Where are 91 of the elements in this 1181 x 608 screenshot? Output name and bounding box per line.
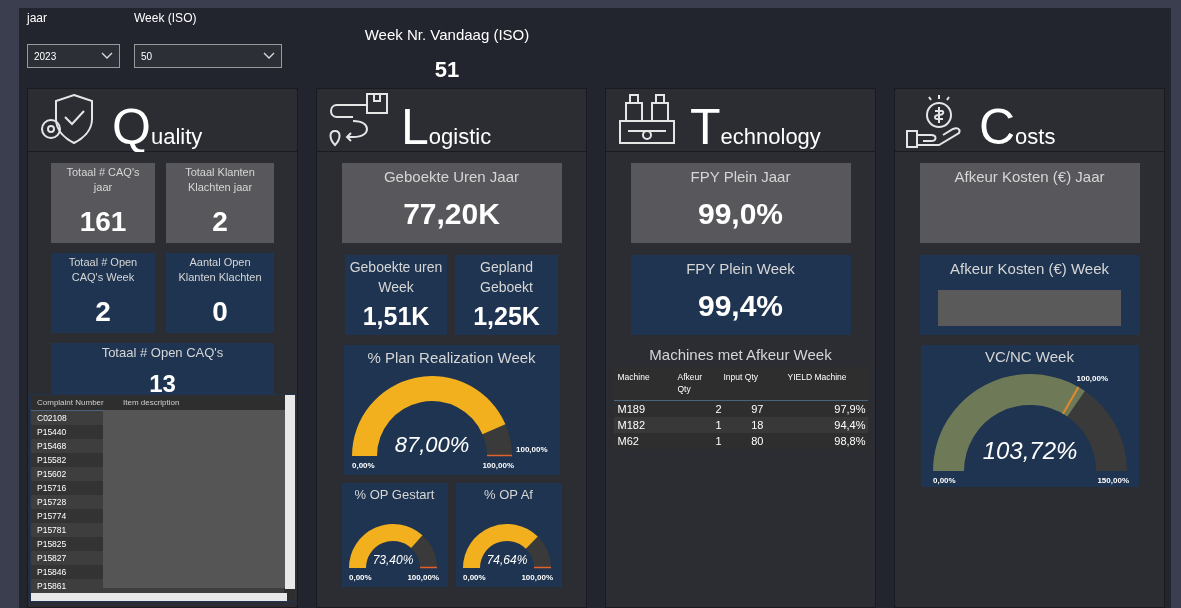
- kpi-title: Afkeur Kosten (€) Week: [950, 259, 1109, 279]
- gauge-value: 73,40%: [372, 553, 413, 567]
- dropdown[interactable]: 2023: [27, 44, 120, 68]
- gauge-track: [482, 424, 512, 456]
- table-cell: P15861: [37, 579, 67, 593]
- kpi-value: 2: [212, 205, 228, 239]
- table-cell-text: 1: [714, 434, 723, 449]
- table-cell: P15440: [37, 425, 67, 439]
- gauge-min-label: 0,00%: [462, 573, 486, 582]
- kpi-title: Geboekte Uren Jaar: [383, 167, 520, 187]
- kpi-value: 0: [212, 295, 228, 329]
- table-cell-text: 18: [750, 418, 765, 433]
- kpi-value: 1,25K: [473, 301, 540, 332]
- column-header: Afkeur Qty: [677, 371, 704, 396]
- table-cell-text: 80: [750, 434, 765, 449]
- gauge-max-label: 100,00%: [406, 573, 439, 582]
- target-marker: [418, 566, 438, 569]
- kpi-title: Afkeur Kosten (€) Jaar: [954, 167, 1105, 187]
- table-cell: P15468: [37, 439, 67, 453]
- kpi-title: FPY Plein Jaar: [690, 167, 791, 187]
- table-cell: P15825: [37, 537, 67, 551]
- table-title: Machines met Afkeur Week: [649, 345, 832, 365]
- table-cell: P15582: [37, 453, 67, 467]
- kpi-title: Week Nr. Vandaag (ISO): [364, 25, 530, 45]
- gauge-min-label: 0,00%: [351, 461, 375, 470]
- table-cell: P15846: [37, 565, 67, 579]
- kpi-title: Aantal Open Klanten Klachten: [177, 255, 263, 285]
- gauge-value: 87,00%: [394, 432, 469, 457]
- column-header: Input Qty: [723, 371, 759, 384]
- filter-label: Week (ISO): [134, 10, 198, 27]
- kpi-title: FPY Plein Week: [686, 259, 795, 279]
- table-cell: P15827: [37, 551, 67, 565]
- column-header: Item description: [123, 396, 181, 409]
- gauge-target-label: 100,00%: [1076, 373, 1108, 383]
- section-title: Logistic: [401, 105, 492, 149]
- table-cell-text: M189: [617, 402, 647, 417]
- table-cell-text: 98,8%: [833, 434, 867, 449]
- column-header: Complaint Number: [36, 396, 105, 409]
- chevron-down-icon: [263, 52, 275, 60]
- gauge-value: 74,64%: [486, 553, 527, 567]
- horizontal-scrollbar[interactable]: [31, 593, 287, 601]
- table-cell: P15781: [37, 523, 67, 537]
- kpi-value: 1,51K: [362, 301, 430, 332]
- kpi-value: 99,0%: [697, 197, 784, 231]
- table-cell-text: 97: [750, 402, 765, 417]
- gauge-title: % OP Af: [484, 486, 533, 504]
- kpi-value: 161: [79, 205, 127, 239]
- kpi-value: 77,20K: [403, 197, 500, 231]
- column-header: YIELD Machine: [787, 371, 848, 384]
- vertical-scrollbar[interactable]: [285, 395, 295, 589]
- table-cell-text: 94,4%: [833, 418, 867, 433]
- table-cell-text: M182: [617, 418, 647, 433]
- kpi-title: Geboekte uren Week: [348, 258, 444, 297]
- gauge-min-label: 0,00%: [348, 573, 372, 582]
- gauge-value: 103,72%: [982, 437, 1077, 464]
- table-cell: C02108: [37, 411, 67, 425]
- kpi-title: Totaal Klanten Klachten jaar: [184, 165, 256, 195]
- kpi-value: 13: [149, 370, 176, 398]
- table-cell: P15716: [37, 481, 67, 495]
- gauge-track: [525, 536, 551, 568]
- gauge-max-label: 150,00%: [1096, 476, 1129, 485]
- gauge-min-label: 0,00%: [932, 476, 956, 485]
- gauge-title: VC/NC Week: [985, 347, 1074, 367]
- gauge-max-label: 100,00%: [520, 573, 553, 582]
- kpi-value: 99,4%: [697, 289, 784, 323]
- kpi-value: 2: [95, 295, 111, 329]
- target-marker: [1061, 386, 1079, 415]
- table-cell: P15774: [37, 509, 67, 523]
- kpi-title: Totaal # CAQ's jaar: [65, 165, 141, 195]
- kpi-title: Totaal # Open CAQ's Week: [67, 255, 139, 285]
- section-title: Costs: [979, 105, 1056, 149]
- kpi-title: Gepland Geboekt: [479, 258, 534, 297]
- dropdown[interactable]: 50: [134, 44, 282, 68]
- target-marker: [485, 454, 513, 457]
- column-header: Machine: [617, 371, 651, 384]
- gauge-max-label: 100,00%: [481, 461, 514, 470]
- table-cell: P15602: [37, 467, 67, 481]
- kpi-title: Totaal # Open CAQ's: [100, 345, 225, 362]
- gauge-target-label: 100,00%: [515, 445, 548, 454]
- target-marker: [532, 566, 552, 569]
- table-cell: P15728: [37, 495, 67, 509]
- chevron-down-icon: [101, 52, 113, 60]
- table-cell-text: M62: [617, 434, 640, 449]
- table-cell-text: 97,9%: [833, 402, 867, 417]
- table-cell-text: 2: [714, 402, 723, 417]
- gauge-title: % OP Gestart: [354, 486, 435, 504]
- filter-label: jaar: [27, 10, 48, 27]
- table-cell-text: 1: [714, 418, 723, 433]
- kpi-value: 51: [434, 55, 460, 84]
- section-title: Technology: [690, 105, 821, 149]
- gauge-title: % Plan Realization Week: [367, 348, 536, 368]
